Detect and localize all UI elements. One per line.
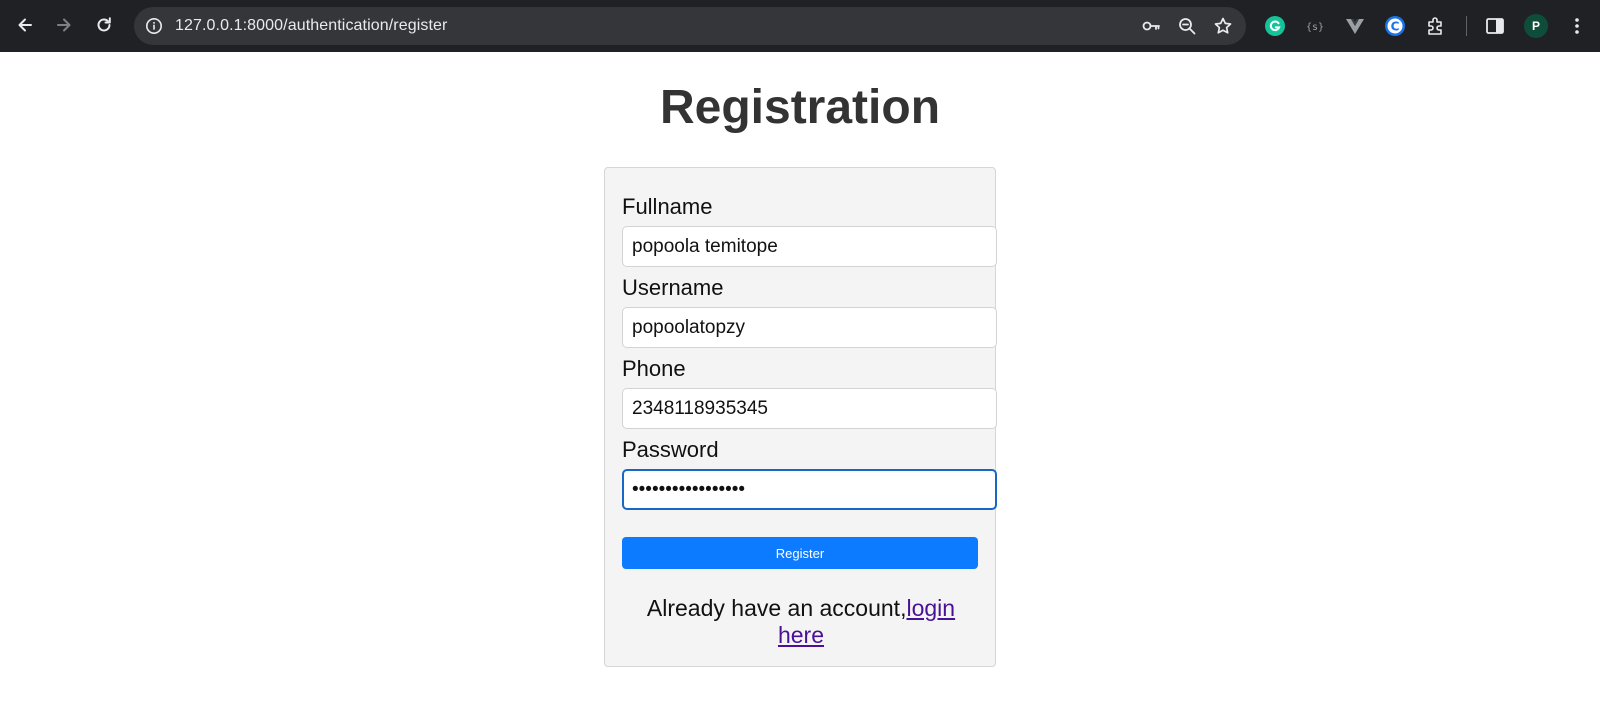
password-key-button[interactable] (1139, 14, 1163, 38)
side-panel-icon (1486, 18, 1504, 34)
bracket-extension-icon: {s} (1306, 22, 1324, 33)
fullname-label: Fullname (622, 194, 713, 219)
username-input[interactable] (622, 307, 997, 348)
extensions-button[interactable] (1423, 13, 1449, 39)
phone-label: Phone (622, 356, 686, 381)
page-title: Registration (659, 81, 941, 134)
bracket-extension[interactable]: {s} (1302, 13, 1328, 39)
c-extension[interactable]: C (1382, 13, 1408, 39)
info-icon (145, 17, 163, 35)
star-icon (1214, 17, 1232, 34)
arrow-right-icon (57, 18, 71, 32)
reload-button[interactable] (89, 10, 119, 40)
login-link-continued[interactable]: here (778, 622, 824, 648)
arrow-left-icon (18, 18, 32, 32)
back-button[interactable] (10, 10, 40, 40)
password-label: Password (622, 437, 719, 462)
login-prompt: Already have an account,login here (605, 595, 997, 649)
zoom-button[interactable] (1175, 14, 1199, 38)
side-panel-button[interactable] (1482, 13, 1508, 39)
profile-avatar[interactable]: P (1524, 14, 1548, 38)
login-link[interactable]: login (906, 595, 955, 621)
site-info-button[interactable] (140, 12, 168, 40)
username-label: Username (622, 275, 724, 300)
browser-menu-button[interactable] (1564, 13, 1590, 39)
svg-text:{s}: {s} (1306, 22, 1324, 33)
kebab-menu-icon (1575, 18, 1579, 34)
vue-devtools-icon (1346, 19, 1364, 34)
fullname-input[interactable] (622, 226, 997, 267)
puzzle-icon (1428, 17, 1442, 35)
browser-toolbar: 127.0.0.1:8000/authentication/register {… (0, 0, 1600, 52)
login-prompt-text: Already have an account, (646, 595, 907, 621)
register-button[interactable]: Register (622, 537, 978, 569)
grammarly-icon (1265, 16, 1285, 36)
url-text[interactable]: 127.0.0.1:8000/authentication/register (175, 17, 447, 35)
svg-text:C: C (1391, 19, 1400, 33)
password-input[interactable] (622, 469, 997, 510)
bookmark-button[interactable] (1211, 14, 1235, 38)
phone-input[interactable] (622, 388, 997, 429)
reload-icon (97, 17, 111, 32)
zoom-out-icon (1179, 18, 1196, 35)
grammarly-extension[interactable] (1262, 13, 1288, 39)
toolbar-divider (1466, 16, 1467, 36)
forward-button[interactable] (49, 10, 79, 40)
address-bar[interactable]: 127.0.0.1:8000/authentication/register (134, 7, 1246, 45)
c-extension-icon: C (1385, 16, 1405, 36)
vue-extension[interactable] (1342, 13, 1368, 39)
key-icon (1142, 21, 1160, 31)
registration-form: Fullname Username Phone Password Registe… (604, 167, 997, 667)
